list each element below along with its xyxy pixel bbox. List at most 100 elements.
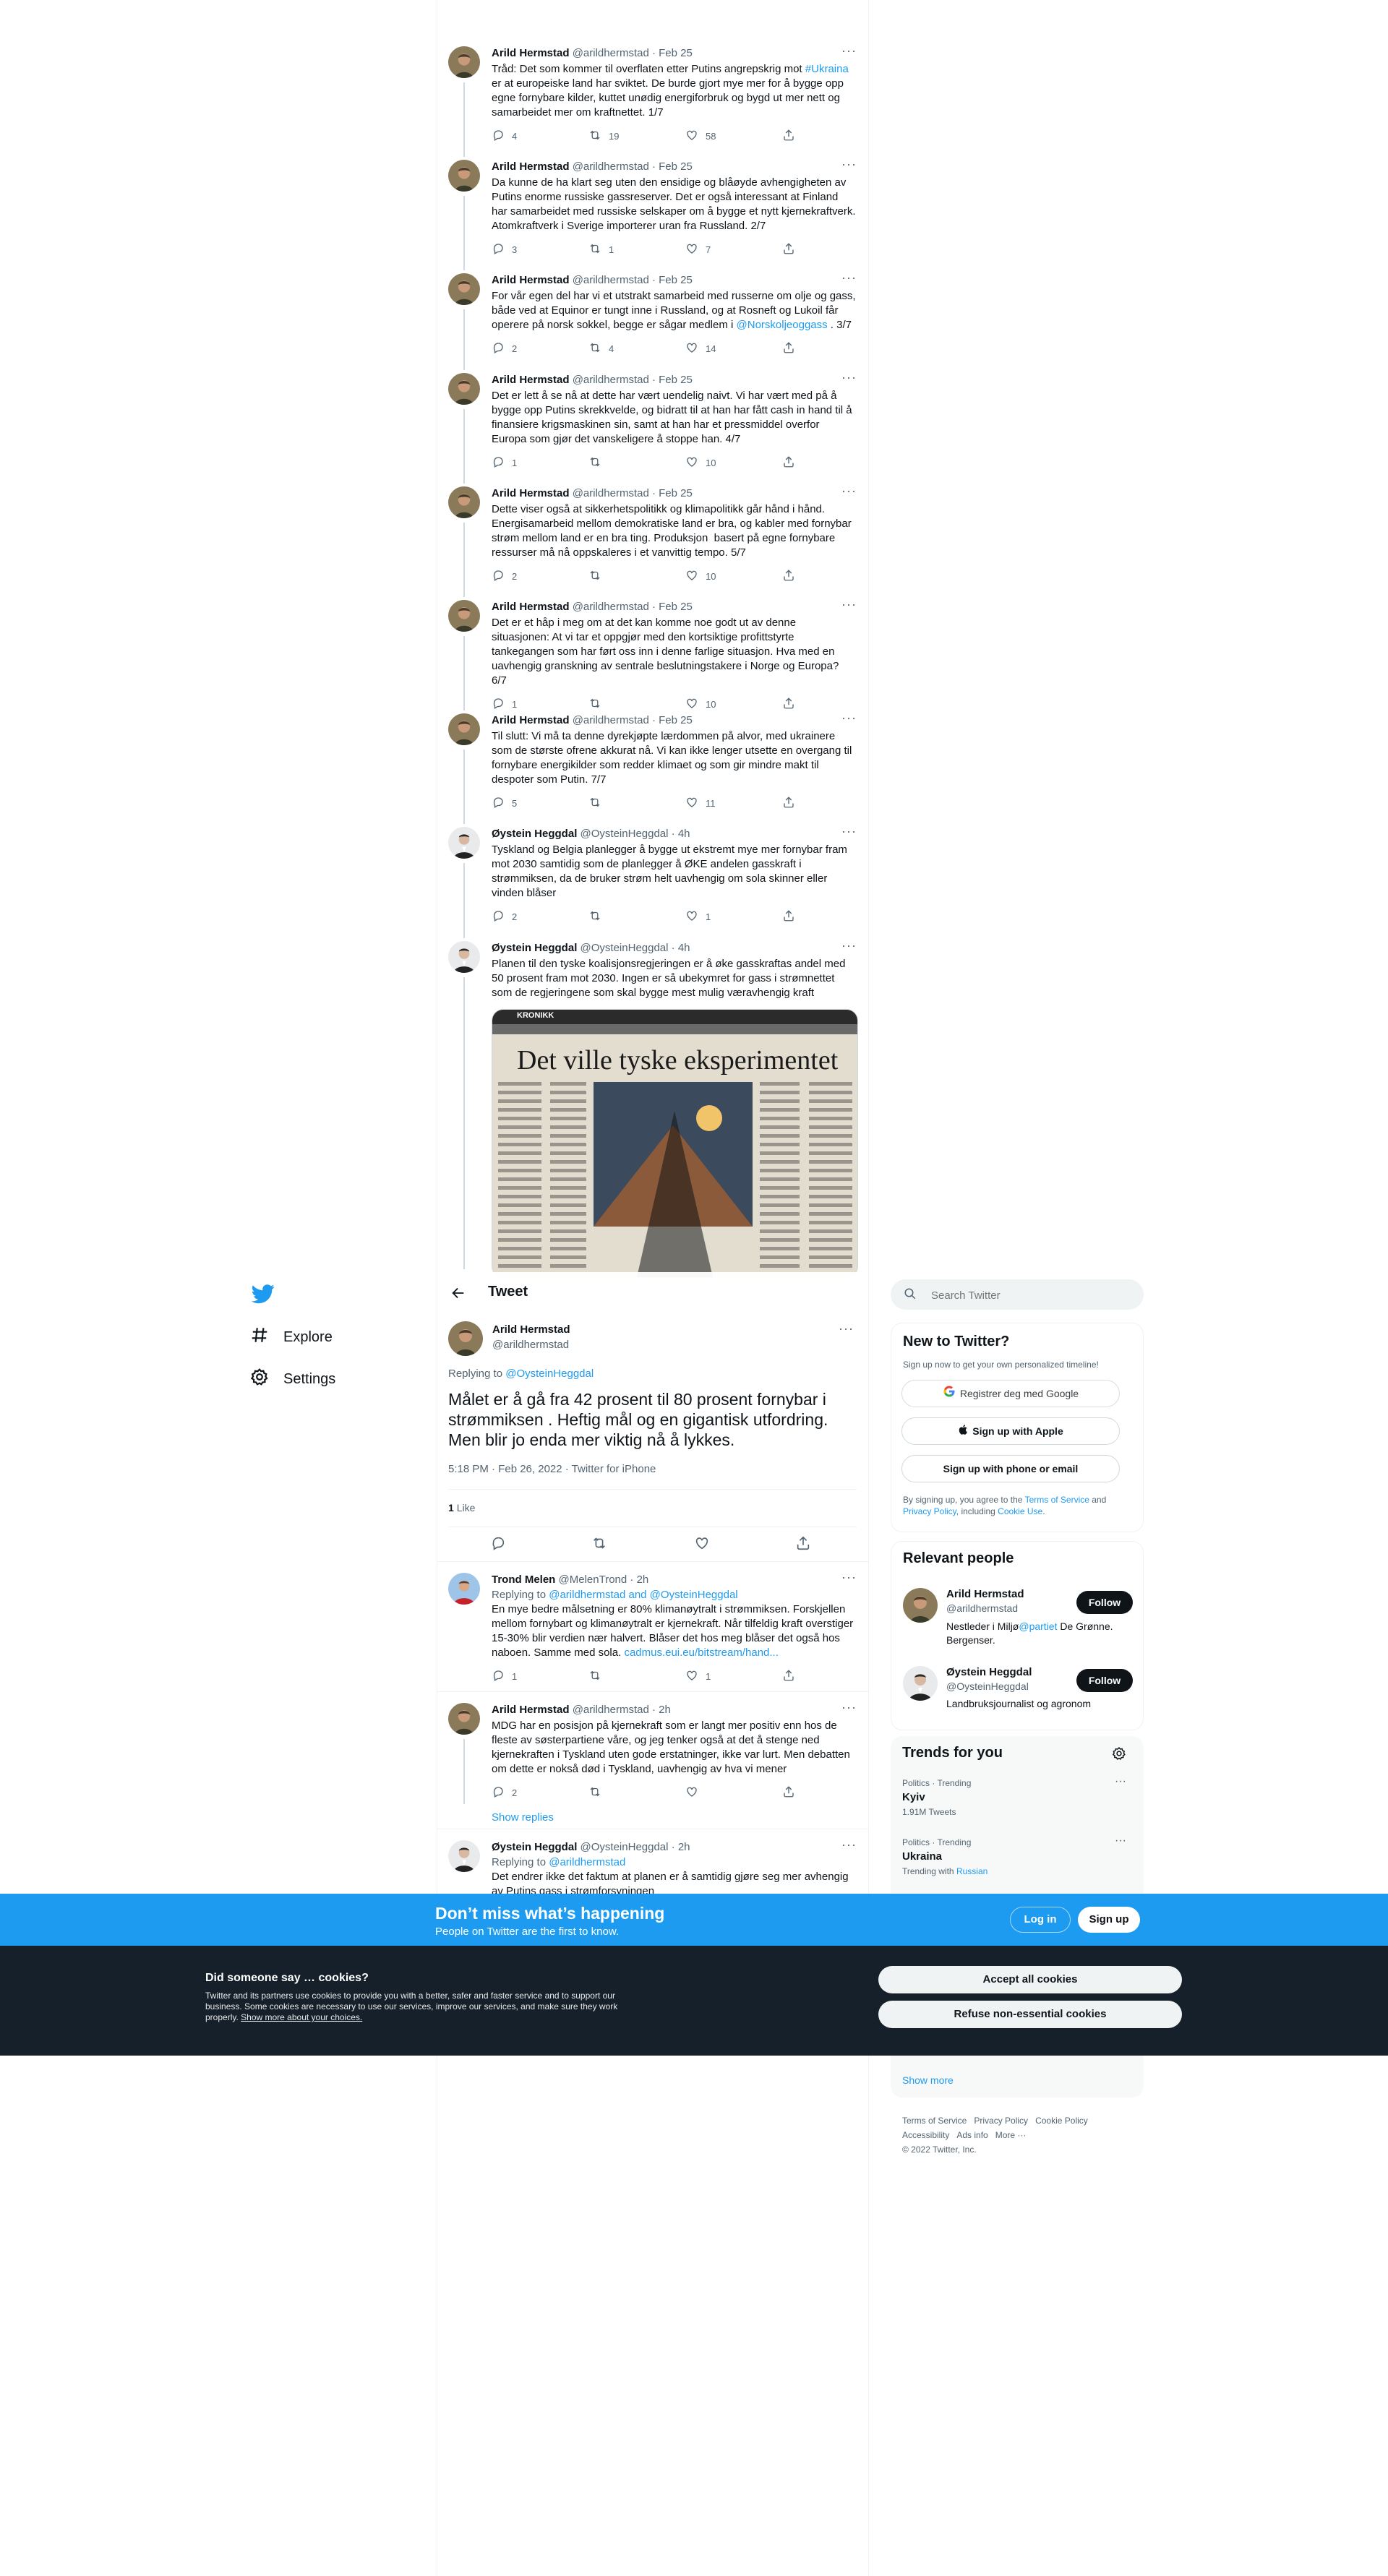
follow-button[interactable]: Follow	[1076, 1591, 1133, 1614]
retweet-action[interactable]	[588, 909, 601, 924]
person-handle[interactable]: @OysteinHeggdal	[946, 1680, 1029, 1692]
login-button[interactable]: Log in	[1010, 1907, 1071, 1933]
like-action[interactable]	[685, 1785, 698, 1800]
share-action[interactable]	[782, 1669, 795, 1684]
main-tweet-timestamp[interactable]: 5:18 PM · Feb 26, 2022 · Twitter for iPh…	[448, 1463, 656, 1475]
tweet-time[interactable]: · Feb 25	[652, 47, 693, 59]
tweet-time[interactable]: · Feb 25	[652, 601, 693, 613]
share-action[interactable]	[782, 129, 795, 144]
like-action[interactable]: 1	[685, 1669, 711, 1684]
author-handle[interactable]: @arildhermstad	[573, 601, 649, 613]
avatar[interactable]	[448, 827, 480, 859]
author-handle[interactable]: @MelenTrond	[559, 1573, 627, 1586]
like-action[interactable]: 7	[685, 242, 711, 257]
tweet-time[interactable]: · Feb 25	[652, 374, 693, 386]
author-handle[interactable]: @arildhermstad	[573, 274, 649, 286]
like-action[interactable]: 1	[685, 909, 711, 924]
avatar[interactable]	[448, 486, 480, 518]
author-name[interactable]: Arild Hermstad	[492, 601, 570, 613]
like-action[interactable]: 58	[685, 129, 716, 144]
retweet-action[interactable]	[588, 796, 601, 811]
person-name[interactable]: Arild Hermstad	[946, 1588, 1024, 1600]
privacy-policy-link[interactable]: Privacy Policy	[903, 1506, 956, 1516]
tweet-time[interactable]: · 2h	[672, 1841, 690, 1853]
more-options-icon[interactable]: ···	[1115, 1775, 1126, 1788]
follow-button[interactable]: Follow	[1076, 1669, 1133, 1692]
footer-link[interactable]: Accessibility	[902, 2130, 949, 2140]
avatar[interactable]	[448, 1703, 480, 1735]
search-box[interactable]	[891, 1279, 1144, 1310]
author-name[interactable]: Øystein Heggdal	[492, 942, 577, 954]
author-handle[interactable]: @arildhermstad	[573, 47, 649, 59]
like-icon[interactable]	[694, 1535, 710, 1555]
gear-icon[interactable]	[1112, 1746, 1126, 1764]
more-options-icon[interactable]: ···	[1115, 1834, 1126, 1847]
avatar[interactable]	[448, 160, 480, 192]
author-name[interactable]: Arild Hermstad	[492, 714, 570, 726]
retweet-action[interactable]: 1	[588, 242, 614, 257]
like-action[interactable]: 10	[685, 697, 716, 712]
author-handle[interactable]: @OysteinHeggdal	[581, 1841, 669, 1853]
cookie-use-link[interactable]: Cookie Use	[998, 1506, 1042, 1516]
author-handle[interactable]: @arildhermstad	[573, 487, 649, 499]
nav-settings[interactable]: Settings	[250, 1368, 335, 1391]
retweet-action[interactable]	[588, 455, 601, 471]
share-action[interactable]	[782, 697, 795, 712]
footer-link[interactable]: Cookie Policy	[1035, 2116, 1088, 2126]
share-action[interactable]	[782, 909, 795, 924]
person-name[interactable]: Øystein Heggdal	[946, 1666, 1032, 1678]
share-action[interactable]	[782, 796, 795, 811]
avatar[interactable]	[448, 46, 480, 78]
tweet-time[interactable]: · Feb 25	[652, 274, 693, 286]
twitter-logo-icon[interactable]	[251, 1282, 276, 1307]
avatar[interactable]	[448, 941, 480, 973]
author-handle[interactable]: @arildhermstad	[573, 714, 649, 726]
reply-action[interactable]: 5	[492, 796, 517, 811]
tweet-image[interactable]: KRONIKK Det ville tyske eksperimentet	[492, 1009, 858, 1278]
cookie-choices-link[interactable]: Show more about your choices.	[241, 2012, 362, 2022]
reply-action[interactable]: 2	[492, 1785, 517, 1800]
avatar[interactable]	[448, 600, 480, 632]
show-replies-link[interactable]: Show replies	[492, 1811, 857, 1824]
apple-signup-button[interactable]: Sign up with Apple	[901, 1417, 1120, 1445]
share-action[interactable]	[782, 341, 795, 356]
author-name[interactable]: Trond Melen	[492, 1573, 555, 1586]
tweet-time[interactable]: · 2h	[652, 1704, 671, 1716]
avatar[interactable]	[903, 1666, 938, 1701]
refuse-cookies-button[interactable]: Refuse non-essential cookies	[878, 2001, 1182, 2028]
nav-explore[interactable]: Explore	[250, 1326, 333, 1349]
accept-cookies-button[interactable]: Accept all cookies	[878, 1966, 1182, 1993]
tweet-time[interactable]: · 4h	[672, 828, 690, 840]
author-handle[interactable]: @OysteinHeggdal	[581, 942, 669, 954]
retweet-action[interactable]	[588, 1669, 601, 1684]
author-name[interactable]: Arild Hermstad	[492, 274, 570, 286]
avatar[interactable]	[448, 373, 480, 405]
author-name[interactable]: Arild Hermstad	[492, 374, 570, 386]
like-action[interactable]: 11	[685, 796, 716, 811]
reply-action[interactable]: 2	[492, 341, 517, 356]
reply-action[interactable]: 1	[492, 455, 517, 471]
author-handle[interactable]: @arildhermstad	[573, 374, 649, 386]
author-handle[interactable]: @arildhermstad	[573, 1704, 649, 1716]
tweet-time[interactable]: · Feb 25	[652, 487, 693, 499]
main-tweet-author-name[interactable]: Arild Hermstad	[492, 1323, 570, 1336]
author-name[interactable]: Arild Hermstad	[492, 1704, 570, 1716]
footer-link[interactable]: Terms of Service	[902, 2116, 967, 2126]
avatar[interactable]	[448, 1321, 483, 1356]
tweet-time[interactable]: · Feb 25	[652, 160, 693, 173]
like-action[interactable]: 14	[685, 341, 716, 356]
retweet-action[interactable]	[588, 569, 601, 584]
share-icon[interactable]	[795, 1535, 811, 1555]
phone-email-signup-button[interactable]: Sign up with phone or email	[901, 1455, 1120, 1482]
bio-mention-link[interactable]: @partiet	[1019, 1620, 1057, 1632]
reply-action[interactable]: 2	[492, 569, 517, 584]
author-name[interactable]: Øystein Heggdal	[492, 1841, 577, 1853]
author-name[interactable]: Øystein Heggdal	[492, 828, 577, 840]
replying-to-link[interactable]: @arildhermstad and @OysteinHeggdal	[549, 1589, 737, 1601]
trend-item[interactable]: Politics · Trending Kyiv 1.91M Tweets ··…	[891, 1774, 1144, 1832]
avatar[interactable]	[448, 1573, 480, 1605]
footer-link[interactable]: Ads info	[956, 2130, 988, 2140]
retweet-action[interactable]: 4	[588, 341, 614, 356]
reply-icon[interactable]	[490, 1535, 506, 1555]
footer-link[interactable]: More ···	[995, 2130, 1027, 2140]
